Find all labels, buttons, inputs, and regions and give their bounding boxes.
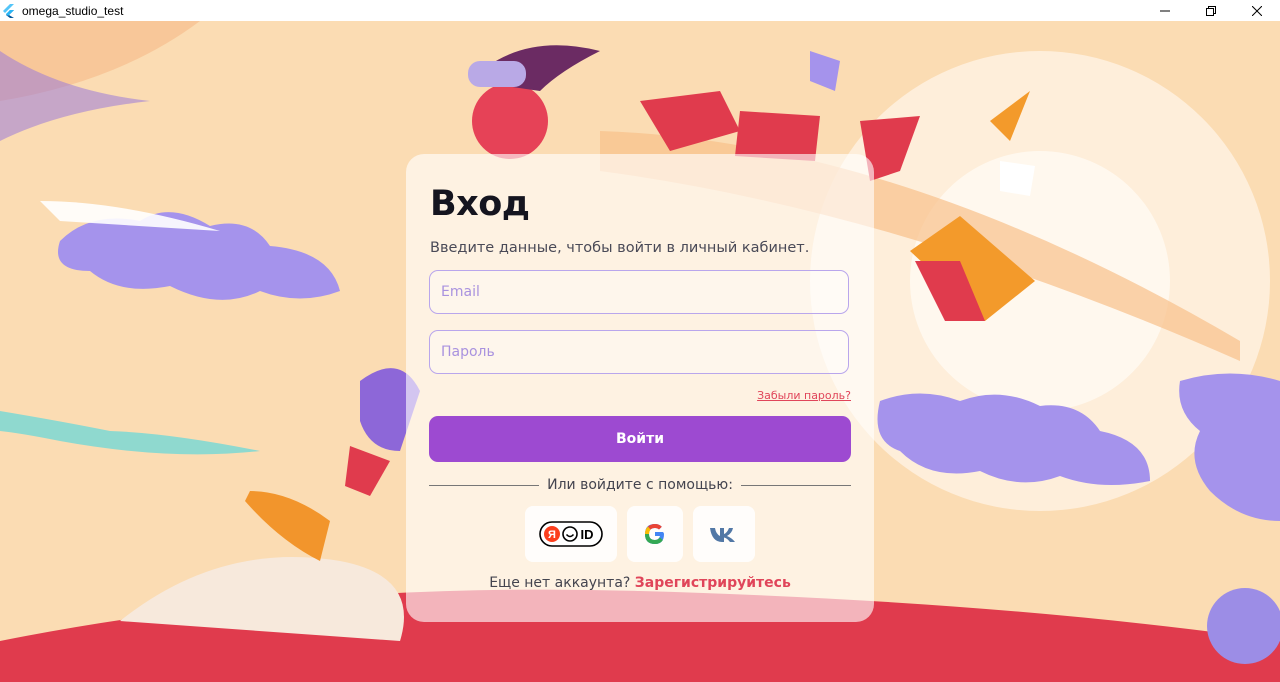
email-field[interactable] bbox=[429, 270, 849, 314]
google-button[interactable] bbox=[627, 506, 683, 562]
divider-line-right bbox=[740, 484, 852, 486]
divider-label: Или войдите с помощью: bbox=[547, 477, 733, 493]
register-prompt-text: Еще нет аккаунта? bbox=[489, 575, 631, 591]
flutter-logo-icon bbox=[3, 3, 17, 18]
restore-button[interactable] bbox=[1188, 0, 1234, 21]
window-controls bbox=[1142, 0, 1280, 21]
password-field[interactable] bbox=[429, 330, 849, 374]
divider-line-left bbox=[429, 484, 540, 486]
window-titlebar: omega_studio_test bbox=[0, 0, 1280, 21]
google-icon bbox=[645, 524, 664, 544]
login-button[interactable]: Войти bbox=[429, 416, 851, 462]
login-subtitle: Введите данные, чтобы войти в личный каб… bbox=[430, 240, 810, 256]
yandex-id-text: ID bbox=[581, 527, 594, 542]
page-title: Вход bbox=[430, 184, 530, 224]
vk-icon bbox=[710, 528, 735, 542]
restore-icon bbox=[1206, 5, 1216, 16]
minimize-button[interactable] bbox=[1142, 0, 1188, 21]
vk-button[interactable] bbox=[693, 506, 755, 562]
window-title: omega_studio_test bbox=[22, 3, 124, 18]
social-login-buttons: Я ID bbox=[525, 506, 755, 562]
minimize-icon bbox=[1160, 10, 1170, 11]
forgot-password-link[interactable]: Забыли пароль? bbox=[757, 389, 851, 402]
login-card: Вход Введите данные, чтобы войти в личны… bbox=[406, 154, 874, 622]
yandex-ya-text: Я bbox=[548, 529, 556, 541]
social-divider: Или войдите с помощью: bbox=[429, 475, 852, 495]
yandex-id-icon: Я ID bbox=[539, 521, 603, 547]
yandex-id-button[interactable]: Я ID bbox=[525, 506, 617, 562]
register-prompt: Еще нет аккаунта? Зарегистрируйтесь bbox=[406, 575, 874, 591]
close-icon bbox=[1252, 5, 1262, 16]
register-link[interactable]: Зарегистрируйтесь bbox=[635, 575, 791, 591]
close-button[interactable] bbox=[1234, 0, 1280, 21]
